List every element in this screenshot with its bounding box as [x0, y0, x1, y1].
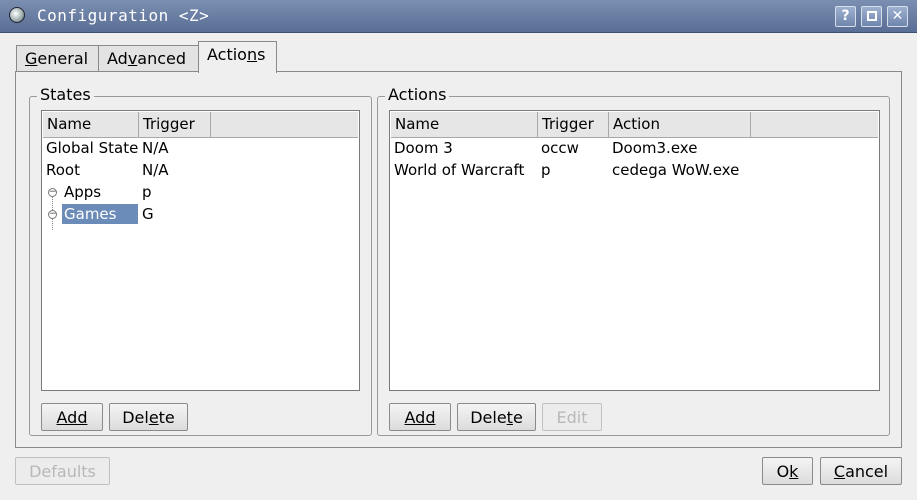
state-trigger: p: [142, 183, 152, 201]
collapse-toggle-icon[interactable]: −: [48, 210, 57, 219]
column-header-trigger[interactable]: Trigger: [139, 112, 211, 137]
states-delete-button[interactable]: Delete: [109, 403, 188, 431]
actions-list[interactable]: Name Trigger Action Doom 3 occw Doom3.ex…: [389, 110, 880, 391]
maximize-button[interactable]: [861, 6, 882, 27]
configuration-dialog: Configuration <Z> ? ✕ General Advanced A…: [0, 0, 917, 500]
action-command: cedega WoW.exe: [612, 161, 740, 179]
collapse-toggle-icon[interactable]: −: [48, 188, 57, 197]
ok-button[interactable]: Ok: [762, 457, 813, 485]
state-name: Global State: [46, 139, 139, 157]
actions-group: Actions Name Trigger Action Doom 3 occw …: [377, 85, 890, 436]
states-row-root[interactable]: Root N/A: [44, 160, 357, 182]
actions-list-header: Name Trigger Action: [391, 112, 878, 138]
window-title: Configuration <Z>: [37, 6, 210, 25]
action-trigger: p: [541, 161, 551, 179]
app-menu-icon[interactable]: [9, 7, 25, 23]
states-add-button[interactable]: Add: [41, 403, 103, 431]
column-header-name[interactable]: Name: [43, 112, 139, 137]
actions-tab-panel: States Name Trigger Global State N/A Roo…: [15, 71, 902, 448]
state-name: Apps: [64, 183, 102, 201]
states-list[interactable]: Name Trigger Global State N/A Root N/A −…: [41, 110, 360, 391]
action-trigger: occw: [541, 139, 579, 157]
help-button[interactable]: ?: [835, 6, 856, 27]
actions-edit-button[interactable]: Edit: [542, 403, 602, 431]
column-header-trigger[interactable]: Trigger: [538, 112, 609, 137]
cancel-button[interactable]: Cancel: [820, 457, 902, 485]
maximize-icon: [866, 11, 877, 21]
action-name: World of Warcraft: [394, 161, 525, 179]
state-trigger: N/A: [142, 139, 169, 157]
column-header-action[interactable]: Action: [609, 112, 751, 137]
close-button[interactable]: ✕: [887, 6, 908, 27]
tab-general[interactable]: General: [16, 45, 99, 72]
tab-advanced[interactable]: Advanced: [98, 45, 199, 72]
states-group-title: States: [37, 85, 94, 104]
tab-actions[interactable]: Actions: [198, 41, 277, 73]
action-command: Doom3.exe: [612, 139, 698, 157]
title-bar[interactable]: Configuration <Z> ? ✕: [0, 0, 917, 33]
actions-delete-button[interactable]: Delete: [457, 403, 536, 431]
state-trigger: N/A: [142, 161, 169, 179]
state-name: Root: [46, 161, 80, 179]
states-row-apps[interactable]: − Apps p: [44, 182, 357, 204]
defaults-button[interactable]: Defaults: [15, 457, 110, 485]
states-row-global-state[interactable]: Global State N/A: [44, 138, 357, 160]
states-row-games[interactable]: − Games G: [44, 204, 357, 226]
states-group: States Name Trigger Global State N/A Roo…: [29, 85, 372, 436]
actions-add-button[interactable]: Add: [389, 403, 451, 431]
actions-row-doom3[interactable]: Doom 3 occw Doom3.exe: [392, 138, 877, 160]
state-name: Games: [62, 204, 138, 224]
state-trigger: G: [142, 205, 154, 223]
actions-row-wow[interactable]: World of Warcraft p cedega WoW.exe: [392, 160, 877, 182]
action-name: Doom 3: [394, 139, 453, 157]
column-header-name[interactable]: Name: [391, 112, 538, 137]
actions-group-title: Actions: [385, 85, 450, 104]
states-list-header: Name Trigger: [43, 112, 358, 138]
